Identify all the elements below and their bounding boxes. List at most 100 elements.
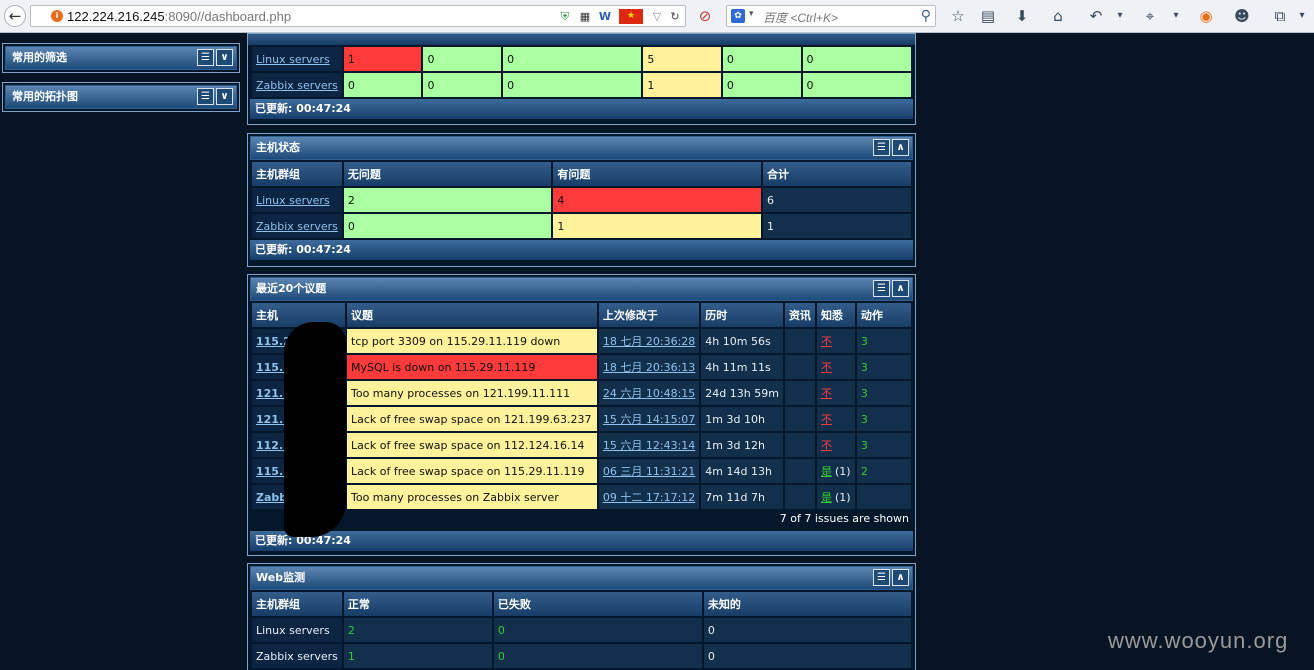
- home-icon[interactable]: ⌂: [1048, 6, 1068, 26]
- column-header[interactable]: 上次修改于: [598, 303, 700, 327]
- paw-icon[interactable]: ✿: [731, 9, 745, 23]
- host-group-name: Zabbix servers: [252, 644, 342, 668]
- search-icon[interactable]: ⚲: [921, 8, 931, 24]
- collapse-icon[interactable]: ∧: [892, 139, 909, 156]
- last-change-link[interactable]: 15 六月 12:43:14: [603, 439, 695, 452]
- ack-link[interactable]: 不: [821, 361, 832, 374]
- dropdown-icon[interactable]: ▾: [1292, 6, 1312, 26]
- severity-count[interactable]: 1: [643, 73, 721, 97]
- severity-count[interactable]: 0: [423, 73, 502, 97]
- dropdown-icon[interactable]: ▾: [1110, 6, 1130, 26]
- column-header[interactable]: 资讯: [784, 303, 815, 327]
- host-group-link[interactable]: Linux servers: [256, 194, 330, 207]
- collapse-icon[interactable]: ∧: [892, 280, 909, 297]
- ack-link[interactable]: 是: [821, 465, 832, 478]
- problem-count[interactable]: 4: [553, 188, 761, 212]
- column-header[interactable]: 已失败: [493, 592, 702, 616]
- issue-description[interactable]: Lack of free swap space on 121.199.63.23…: [347, 407, 597, 431]
- severity-count[interactable]: 0: [423, 47, 502, 71]
- back-icon[interactable]: ←: [4, 5, 26, 27]
- firefox-icon[interactable]: ◉: [1196, 6, 1216, 26]
- user-icon[interactable]: ☻: [1232, 6, 1252, 26]
- host-link[interactable]: Zabb: [256, 491, 287, 504]
- ok-count[interactable]: 2: [343, 188, 552, 212]
- severity-count[interactable]: 0: [343, 73, 422, 97]
- actions-count[interactable]: 2: [861, 465, 868, 478]
- column-header[interactable]: 正常: [343, 592, 492, 616]
- issue-description[interactable]: Lack of free swap space on 112.124.16.14: [347, 433, 597, 457]
- expand-icon[interactable]: ∨: [216, 49, 233, 66]
- clipboard-icon[interactable]: ▤: [978, 6, 998, 26]
- dropdown-icon[interactable]: ▾: [1166, 6, 1186, 26]
- column-header[interactable]: 主机群组: [252, 162, 342, 186]
- ack-link[interactable]: 不: [821, 413, 832, 426]
- problem-count[interactable]: 1: [553, 214, 761, 238]
- menu-icon[interactable]: ☰: [197, 88, 214, 105]
- issue-description[interactable]: Too many processes on 121.199.11.111: [347, 381, 597, 405]
- severity-count[interactable]: 0: [802, 73, 911, 97]
- column-header[interactable]: 主机群组: [252, 592, 342, 616]
- last-change-link[interactable]: 24 六月 10:48:15: [603, 387, 695, 400]
- ack-link[interactable]: 不: [821, 387, 832, 400]
- ack-link[interactable]: 不: [821, 439, 832, 452]
- column-header[interactable]: 历时: [701, 303, 783, 327]
- ok-count[interactable]: 0: [343, 214, 552, 238]
- actions-count[interactable]: 3: [861, 439, 868, 452]
- download-icon[interactable]: ⬇: [1012, 6, 1032, 26]
- column-header[interactable]: 有问题: [553, 162, 761, 186]
- collapse-icon[interactable]: ∧: [892, 569, 909, 586]
- menu-icon[interactable]: ☰: [873, 139, 890, 156]
- dropdown-icon[interactable]: ▽: [649, 9, 665, 24]
- block-icon[interactable]: ⊘: [695, 6, 715, 26]
- menu-icon[interactable]: ☰: [197, 49, 214, 66]
- actions-count[interactable]: 3: [861, 335, 868, 348]
- dropdown-icon[interactable]: ▾: [749, 9, 754, 19]
- shield-icon[interactable]: ⛨: [557, 9, 573, 24]
- last-change-link[interactable]: 18 七月 20:36:13: [603, 361, 695, 374]
- column-header[interactable]: 未知的: [703, 592, 911, 616]
- expand-icon[interactable]: ∨: [216, 88, 233, 105]
- severity-count[interactable]: 0: [722, 47, 801, 71]
- url-bar[interactable]: i 122.224.216.245:8090//dashboard.php ⛨ …: [30, 5, 686, 27]
- url-text[interactable]: 122.224.216.245:8090//dashboard.php: [67, 9, 291, 24]
- actions-count[interactable]: 3: [861, 387, 868, 400]
- column-header[interactable]: 无问题: [343, 162, 552, 186]
- column-header[interactable]: 动作: [856, 303, 911, 327]
- last-change-link[interactable]: 18 七月 20:36:28: [603, 335, 695, 348]
- window-icon[interactable]: ⧉: [1270, 6, 1290, 26]
- last-change-link[interactable]: 06 三月 11:31:21: [603, 465, 695, 478]
- qr-icon[interactable]: ▦: [577, 9, 593, 24]
- column-header[interactable]: 议题: [347, 303, 597, 327]
- actions-count[interactable]: 3: [861, 413, 868, 426]
- severity-count[interactable]: 0: [503, 73, 642, 97]
- menu-icon[interactable]: ☰: [873, 280, 890, 297]
- search-bar[interactable]: ✿ ▾ 百度 <Ctrl+K> ⚲: [726, 5, 936, 27]
- column-header[interactable]: 知悉: [816, 303, 855, 327]
- severity-count[interactable]: 5: [643, 47, 721, 71]
- issue-description[interactable]: MySQL is down on 115.29.11.119: [347, 355, 597, 379]
- severity-count[interactable]: 0: [503, 47, 642, 71]
- word-icon[interactable]: W: [597, 9, 613, 24]
- severity-count[interactable]: 1: [343, 47, 422, 71]
- crop-icon[interactable]: ⌖: [1140, 6, 1160, 26]
- undo-icon[interactable]: ↶: [1086, 6, 1106, 26]
- severity-count[interactable]: 0: [802, 47, 911, 71]
- host-group-link[interactable]: Zabbix servers: [256, 220, 338, 233]
- issue-description[interactable]: Too many processes on Zabbix server: [347, 485, 597, 509]
- ack-link[interactable]: 是: [821, 491, 832, 504]
- star-icon[interactable]: ☆: [948, 6, 968, 26]
- issue-description[interactable]: tcp port 3309 on 115.29.11.119 down: [347, 329, 597, 353]
- column-header[interactable]: 合计: [762, 162, 911, 186]
- severity-count[interactable]: 0: [722, 73, 801, 97]
- issue-description[interactable]: Lack of free swap space on 115.29.11.119: [347, 459, 597, 483]
- menu-icon[interactable]: ☰: [873, 569, 890, 586]
- reload-icon[interactable]: ↻: [667, 9, 683, 24]
- ack-link[interactable]: 不: [821, 335, 832, 348]
- china-flag-icon[interactable]: ★: [619, 9, 643, 24]
- last-change-link[interactable]: 15 六月 14:15:07: [603, 413, 695, 426]
- last-change-link[interactable]: 09 十二 17:17:12: [603, 491, 695, 504]
- host-group-link[interactable]: Zabbix servers: [256, 79, 338, 92]
- actions-count[interactable]: 3: [861, 361, 868, 374]
- actions-cell: 3: [856, 355, 911, 379]
- host-group-link[interactable]: Linux servers: [256, 53, 330, 66]
